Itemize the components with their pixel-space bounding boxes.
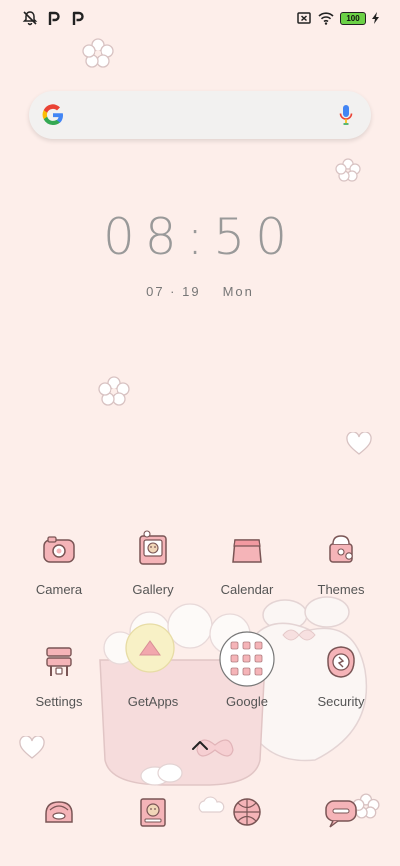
getapps-icon (133, 642, 173, 682)
chat-icon (325, 800, 357, 828)
settings-icon (46, 647, 72, 676)
themes-icon (329, 535, 353, 563)
camera-icon (43, 536, 75, 563)
app-label: Settings (35, 694, 83, 709)
browser-icon (233, 798, 261, 826)
p-icon (48, 11, 60, 25)
p-icon (72, 11, 84, 25)
calendar-icon (232, 539, 262, 563)
flower-decoration-icon (82, 38, 114, 68)
app-security[interactable]: Security (296, 642, 386, 709)
security-icon (327, 646, 355, 678)
app-label: Google (226, 694, 268, 709)
app-settings[interactable]: Settings (14, 642, 104, 709)
weekday-text: Mon (222, 284, 254, 299)
google-search-bar[interactable] (29, 91, 371, 139)
google-folder-icon (219, 631, 275, 687)
messages-icon (140, 798, 166, 827)
no-sim-icon (297, 12, 311, 24)
app-gallery[interactable]: Gallery (108, 530, 198, 597)
clock-time[interactable]: 08:50 (0, 208, 400, 266)
charging-icon (372, 12, 379, 24)
app-label: Camera (35, 582, 83, 597)
app-getapps[interactable]: GetApps (108, 642, 198, 709)
dock-phone[interactable] (14, 792, 104, 832)
clock-date: 07 · 19 Mon (0, 284, 400, 299)
app-calendar[interactable]: Calendar (202, 530, 292, 597)
app-label: Security (317, 694, 365, 709)
app-label: GetApps (127, 694, 179, 709)
phone-icon (45, 801, 73, 823)
status-bar: 100 (0, 0, 400, 36)
heart-decoration-icon (19, 736, 45, 759)
app-label: Gallery (132, 582, 174, 597)
wifi-icon (318, 12, 334, 25)
heart-decoration-icon (346, 432, 372, 455)
notification-off-icon (22, 11, 38, 26)
mic-icon[interactable] (339, 104, 353, 126)
gallery-icon (139, 530, 167, 565)
app-google-folder[interactable]: Google (202, 630, 292, 709)
app-camera[interactable]: Camera (14, 530, 104, 597)
date-text: 07 · 19 (146, 284, 201, 299)
flower-decoration-icon (98, 376, 130, 406)
dock-messages[interactable] (108, 792, 198, 832)
google-g-icon[interactable] (41, 103, 65, 127)
dock-chat[interactable] (296, 792, 386, 832)
chevron-up-icon[interactable] (190, 738, 210, 752)
dock-browser[interactable] (202, 792, 292, 832)
app-label: Calendar (220, 582, 274, 597)
battery-icon: 100 (340, 11, 366, 25)
app-label: Themes (317, 582, 365, 597)
flower-decoration-icon (335, 158, 361, 182)
app-themes[interactable]: Themes (296, 530, 386, 597)
